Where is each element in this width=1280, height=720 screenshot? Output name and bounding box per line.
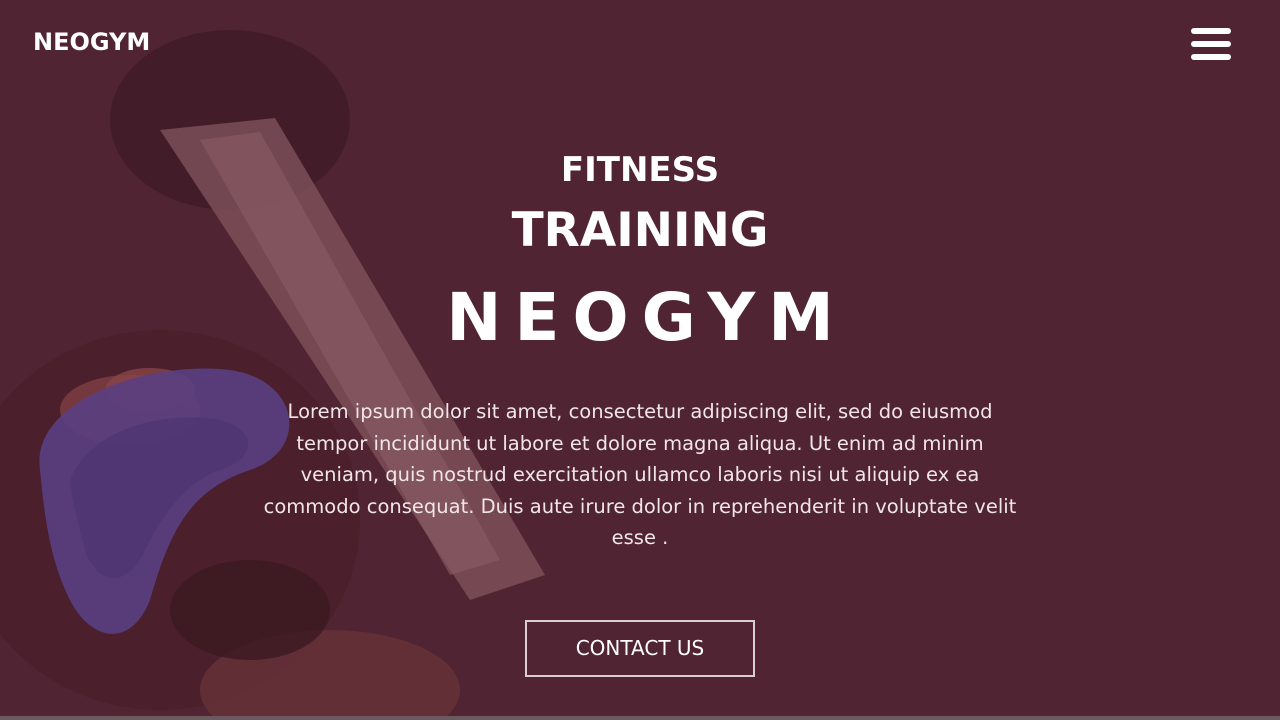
contact-us-button[interactable]: CONTACT US: [525, 620, 755, 677]
hamburger-menu-icon[interactable]: [1190, 27, 1232, 63]
menu-bar: [1191, 41, 1231, 47]
hero-background-image: [0, 0, 1280, 720]
hero-description: Lorem ipsum dolor sit amet, consectetur …: [263, 400, 1017, 549]
brand-logo[interactable]: NEOGYM: [33, 26, 150, 58]
hero-heading-fitness: FITNESS: [560, 150, 720, 190]
menu-bar: [1191, 54, 1231, 60]
hero-section: NEOGYM FITNESS TRAINING NEOGYM Lorem ips…: [0, 0, 1280, 720]
hero-heading-neogym: NEOGYM: [446, 279, 847, 356]
menu-bar: [1191, 28, 1231, 34]
section-divider: [0, 716, 1280, 720]
hero-heading-training: TRAINING: [511, 203, 769, 258]
